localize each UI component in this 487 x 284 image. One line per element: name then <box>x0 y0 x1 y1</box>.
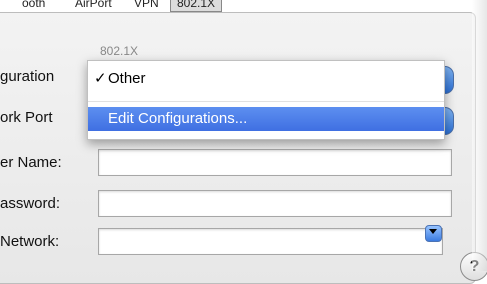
network-label: Network: <box>0 233 60 250</box>
menu-item-edit-configurations[interactable]: Edit Configurations... <box>88 107 444 131</box>
network-port-label: ork Port <box>0 109 53 126</box>
menu-item-label: Other <box>108 70 146 87</box>
tab-bluetooth[interactable]: ooth <box>22 0 45 11</box>
menu-item-label: Edit Configurations... <box>108 110 248 127</box>
configuration-label: guration <box>0 68 55 85</box>
checkmark-icon: ✓ <box>94 70 107 87</box>
section-label: 802.1X <box>100 44 139 58</box>
configuration-menu: ✓ Other Edit Configurations... <box>87 60 445 140</box>
user-name-label: er Name: <box>0 154 62 171</box>
user-name-field[interactable] <box>98 149 452 176</box>
tab-vpn[interactable]: VPN <box>134 0 159 11</box>
menu-item-other[interactable]: ✓ Other <box>88 67 444 91</box>
tab-8021x[interactable]: 802.1X <box>170 0 223 12</box>
network-field[interactable] <box>98 228 443 255</box>
chevron-down-icon <box>429 229 437 234</box>
tab-airport[interactable]: AirPort <box>75 0 112 11</box>
password-label: assword: <box>0 195 61 212</box>
network-dropdown-button[interactable] <box>425 225 442 242</box>
menu-separator <box>88 101 444 102</box>
window-edge-shadow <box>472 0 487 271</box>
password-field[interactable] <box>98 190 452 217</box>
tab-bar: ooth AirPort VPN 802.1X <box>0 0 487 12</box>
